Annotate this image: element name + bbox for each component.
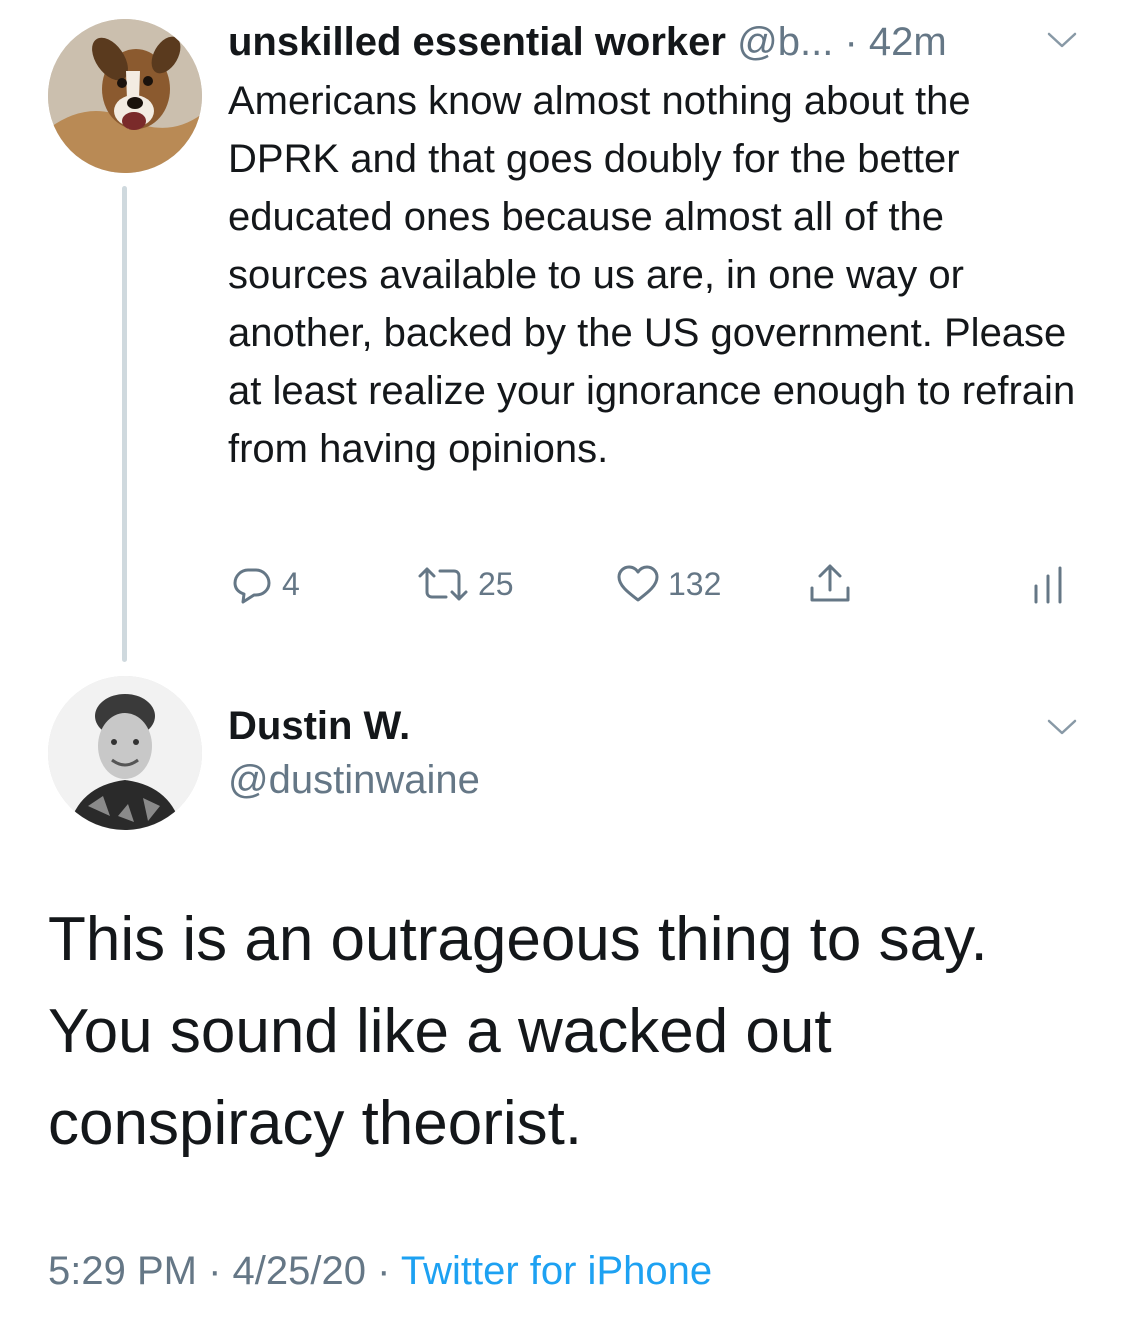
retweet-count: 25 <box>478 565 514 602</box>
tweet-meta: 5:29 PM · 4/25/20 · Twitter for iPhone <box>48 1243 712 1299</box>
avatar[interactable] <box>48 19 202 173</box>
chevron-down-icon[interactable] <box>1045 715 1079 739</box>
tweet-text: This is an outrageous thing to say. You … <box>48 905 988 1158</box>
author-name[interactable]: unskilled essential worker <box>228 20 726 64</box>
analytics-button[interactable] <box>1028 556 1068 612</box>
tweet-time[interactable]: 5:29 PM <box>48 1249 197 1293</box>
tweet-text: Americans know almost nothing about the … <box>228 79 1076 471</box>
tweet-date[interactable]: 4/25/20 <box>233 1249 366 1293</box>
tweet-time[interactable]: 42m <box>869 20 947 64</box>
chevron-down-icon[interactable] <box>1045 28 1079 52</box>
author-handle[interactable]: @b... <box>737 20 833 64</box>
reply-button[interactable]: 4 <box>228 556 300 612</box>
thread-connector-line <box>122 186 127 662</box>
share-button[interactable] <box>806 556 854 612</box>
person-avatar-image <box>48 676 202 830</box>
analytics-icon <box>1028 560 1068 608</box>
like-count: 132 <box>668 565 722 602</box>
tweet-source-link[interactable]: Twitter for iPhone <box>401 1249 712 1293</box>
retweet-button[interactable]: 25 <box>414 556 514 612</box>
like-icon <box>614 560 662 608</box>
separator-dot: · <box>844 20 858 64</box>
retweet-icon <box>414 560 472 608</box>
author-name[interactable]: Dustin W. <box>228 698 410 754</box>
like-button[interactable]: 132 <box>614 556 721 612</box>
reply-count: 4 <box>282 565 300 602</box>
author-handle[interactable]: @dustinwaine <box>228 752 480 808</box>
tweet-header: unskilled essential worker @b... · 42m <box>228 14 1108 70</box>
dog-avatar-image <box>48 19 202 173</box>
reply-icon <box>228 560 276 608</box>
share-icon <box>806 560 854 608</box>
tweet-actions: 4 25 132 <box>228 556 1088 612</box>
avatar[interactable] <box>48 676 202 830</box>
separator-dot: · <box>377 1249 391 1293</box>
separator-dot: · <box>208 1249 222 1293</box>
